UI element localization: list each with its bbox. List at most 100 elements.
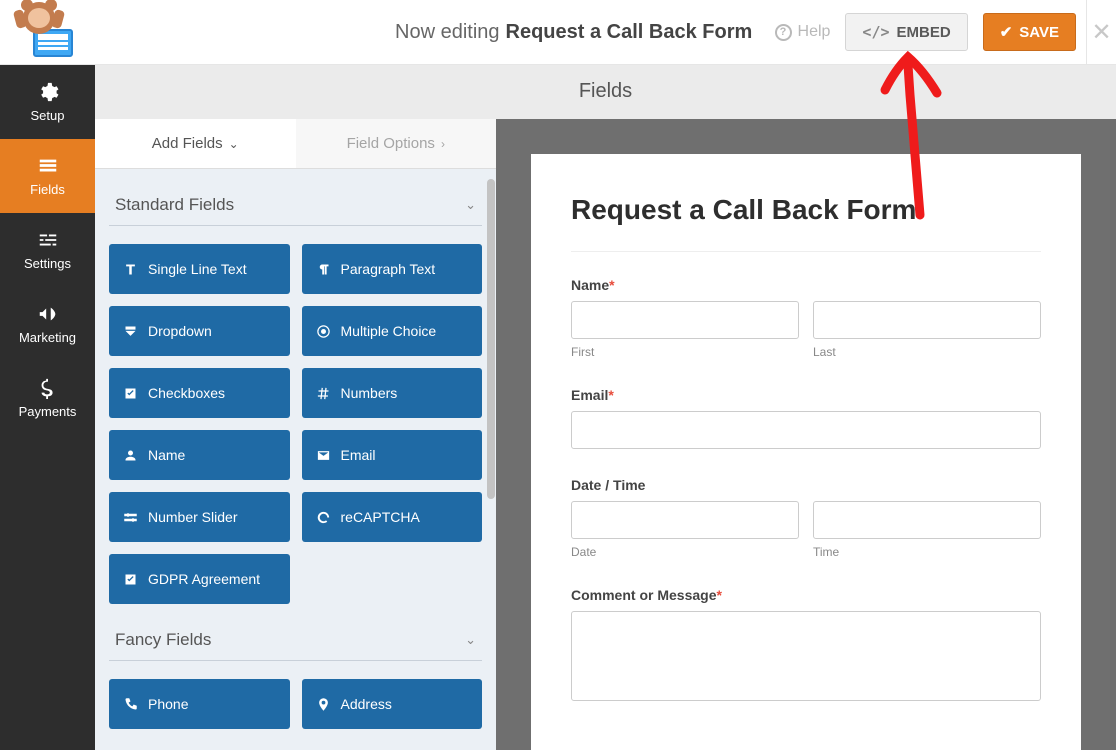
tab-label: Add Fields	[152, 135, 223, 152]
field-label: Single Line Text	[148, 261, 247, 277]
code-icon: </>	[862, 23, 889, 41]
fancy-fields-grid: Phone Address	[109, 661, 482, 729]
field-gdpr-agreement[interactable]: GDPR Agreement	[109, 554, 290, 604]
dollar-icon	[37, 377, 59, 399]
phone-icon	[123, 697, 138, 712]
checkbox-icon	[123, 572, 138, 587]
sliders-icon	[37, 229, 59, 251]
group-title: Standard Fields	[115, 195, 234, 215]
chevron-right-icon: ›	[441, 137, 445, 151]
field-label: Number Slider	[148, 509, 237, 525]
dropdown-icon	[123, 324, 138, 339]
group-fancy-fields[interactable]: Fancy Fields ⌄	[109, 604, 482, 661]
hash-icon	[316, 386, 331, 401]
field-label: Phone	[148, 696, 188, 712]
help-link[interactable]: ? Help	[775, 23, 831, 41]
form-title: Request a Call Back Form	[506, 21, 753, 44]
save-button[interactable]: ✔ SAVE	[983, 13, 1076, 51]
email-label: Email*	[571, 387, 1041, 403]
field-label: reCAPTCHA	[341, 509, 420, 525]
gear-icon	[37, 81, 59, 103]
top-actions: ? Help </> EMBED ✔ SAVE	[775, 13, 1086, 51]
recaptcha-icon	[316, 510, 331, 525]
panel-tabs: Add Fields ⌄ Field Options ›	[95, 119, 496, 169]
form-preview: Request a Call Back Form Name* First Las…	[531, 154, 1081, 750]
last-sublabel: Last	[813, 345, 1041, 359]
field-paragraph-text[interactable]: Paragraph Text	[302, 244, 483, 294]
field-label: Paragraph Text	[341, 261, 436, 277]
field-dropdown[interactable]: Dropdown	[109, 306, 290, 356]
email-input[interactable]	[571, 411, 1041, 449]
sidenav-label: Settings	[24, 256, 71, 271]
field-name[interactable]: Name	[109, 430, 290, 480]
chevron-down-icon: ⌄	[229, 137, 239, 151]
field-address[interactable]: Address	[302, 679, 483, 729]
scrollbar-thumb[interactable]	[487, 179, 495, 499]
field-numbers[interactable]: Numbers	[302, 368, 483, 418]
list-icon	[37, 155, 59, 177]
field-label: Multiple Choice	[341, 323, 437, 339]
section-title: Fields	[95, 65, 1116, 119]
user-icon	[123, 448, 138, 463]
logo[interactable]	[0, 0, 95, 65]
embed-label: EMBED	[897, 24, 951, 41]
sidenav-label: Setup	[31, 108, 65, 123]
sidenav-label: Fields	[30, 182, 65, 197]
last-name-input[interactable]	[813, 301, 1041, 339]
field-label: Email	[341, 447, 376, 463]
time-input[interactable]	[813, 501, 1041, 539]
sliders-icon	[123, 510, 138, 525]
editing-prefix: Now editing	[395, 21, 500, 44]
check-icon: ✔	[1000, 23, 1013, 41]
field-label: Address	[341, 696, 392, 712]
field-phone[interactable]: Phone	[109, 679, 290, 729]
name-label: Name*	[571, 277, 1041, 293]
help-label: Help	[798, 23, 831, 41]
tab-field-options[interactable]: Field Options ›	[296, 119, 497, 169]
main: Fields Add Fields ⌄ Field Options › Stan…	[95, 65, 1116, 750]
topbar: Now editing Request a Call Back Form ? H…	[0, 0, 1116, 65]
date-sublabel: Date	[571, 545, 799, 559]
chevron-down-icon: ⌄	[465, 197, 476, 213]
close-button[interactable]: ✕	[1086, 0, 1116, 65]
help-icon: ?	[775, 24, 792, 41]
datetime-label: Date / Time	[571, 477, 1041, 493]
tab-add-fields[interactable]: Add Fields ⌄	[95, 119, 296, 169]
sidenav-label: Payments	[19, 404, 77, 419]
embed-button[interactable]: </> EMBED	[845, 13, 967, 51]
preview-wrap: Request a Call Back Form Name* First Las…	[496, 119, 1116, 750]
field-label: Name	[148, 447, 185, 463]
sidenav-marketing[interactable]: Marketing	[0, 287, 95, 361]
field-label: GDPR Agreement	[148, 571, 260, 587]
chevron-down-icon: ⌄	[465, 632, 476, 648]
email-icon	[316, 448, 331, 463]
field-email[interactable]: Email	[302, 430, 483, 480]
panel-body: Standard Fields ⌄ Single Line Text Parag…	[95, 169, 496, 750]
text-icon	[123, 262, 138, 277]
group-standard-fields[interactable]: Standard Fields ⌄	[109, 169, 482, 226]
message-label: Comment or Message*	[571, 587, 1041, 603]
field-single-line-text[interactable]: Single Line Text	[109, 244, 290, 294]
sidenav-setup[interactable]: Setup	[0, 65, 95, 139]
field-checkboxes[interactable]: Checkboxes	[109, 368, 290, 418]
message-textarea[interactable]	[571, 611, 1041, 701]
sidenav-settings[interactable]: Settings	[0, 213, 95, 287]
time-sublabel: Time	[813, 545, 1041, 559]
sidenav-payments[interactable]: Payments	[0, 361, 95, 435]
paragraph-icon	[316, 262, 331, 277]
standard-fields-grid: Single Line Text Paragraph Text Dropdown…	[109, 226, 482, 604]
date-input[interactable]	[571, 501, 799, 539]
field-label: Dropdown	[148, 323, 212, 339]
field-multiple-choice[interactable]: Multiple Choice	[302, 306, 483, 356]
sidenav-fields[interactable]: Fields	[0, 139, 95, 213]
bullhorn-icon	[37, 303, 59, 325]
tab-label: Field Options	[347, 135, 435, 152]
checkbox-icon	[123, 386, 138, 401]
field-recaptcha[interactable]: reCAPTCHA	[302, 492, 483, 542]
field-label: Numbers	[341, 385, 398, 401]
group-title: Fancy Fields	[115, 630, 211, 650]
save-label: SAVE	[1019, 24, 1059, 41]
first-name-input[interactable]	[571, 301, 799, 339]
form-preview-title: Request a Call Back Form	[571, 194, 1041, 226]
field-number-slider[interactable]: Number Slider	[109, 492, 290, 542]
